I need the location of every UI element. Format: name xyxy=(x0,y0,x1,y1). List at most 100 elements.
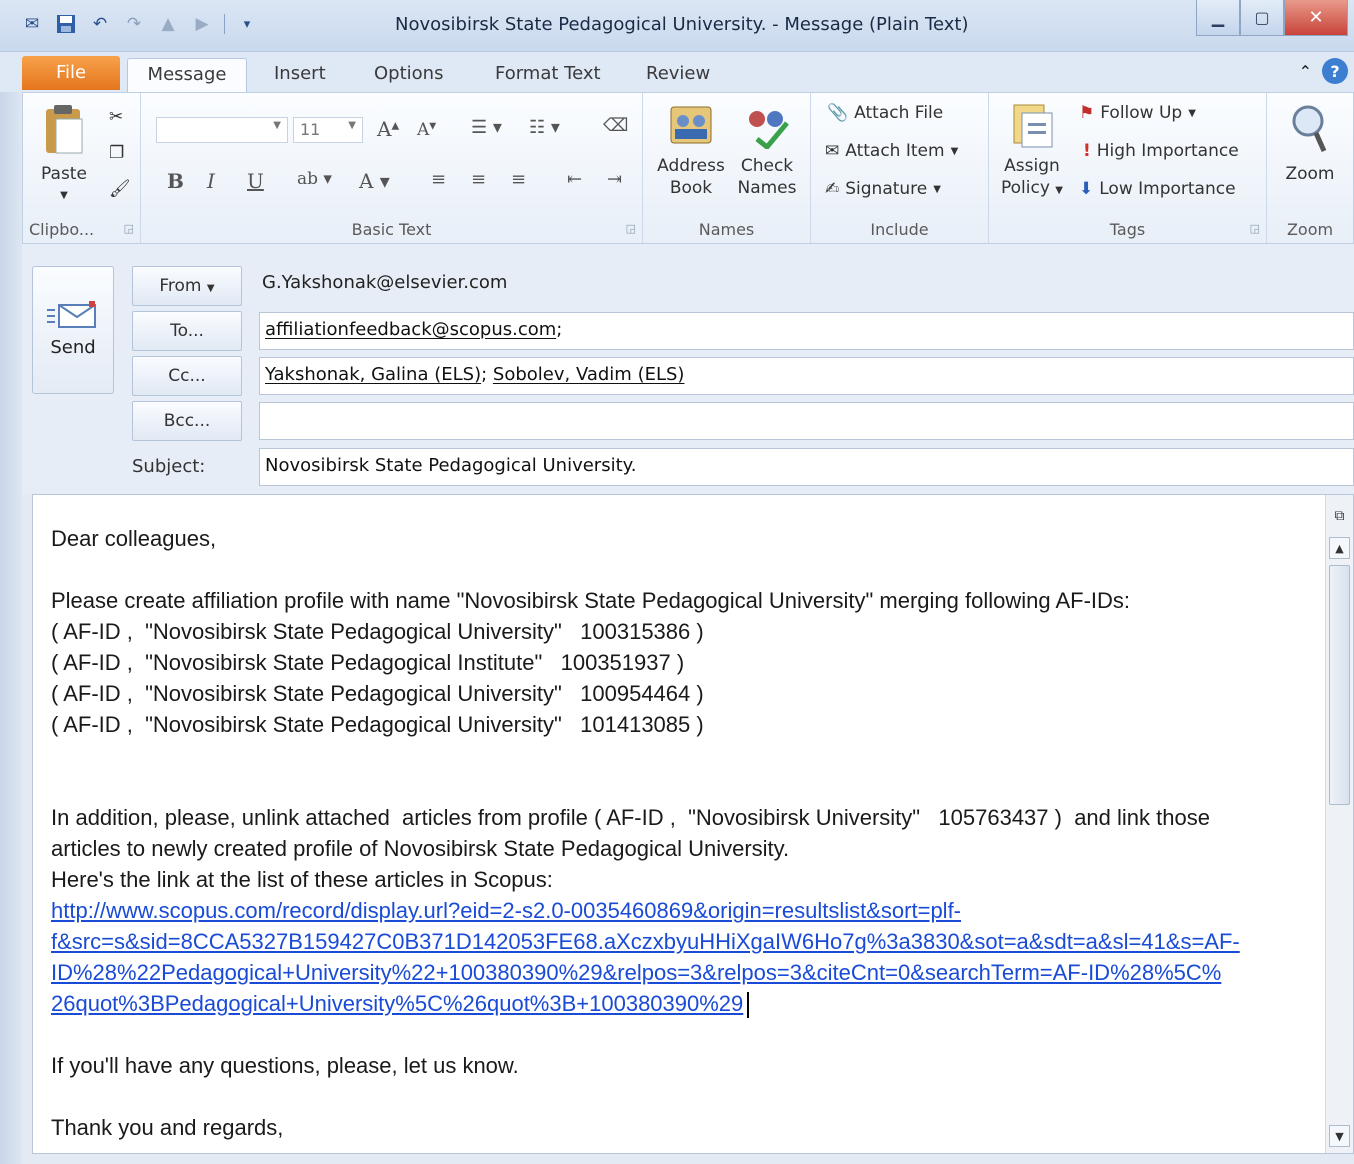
shrink-font-icon[interactable]: A▼ xyxy=(417,120,436,140)
dialog-launcher-icon[interactable]: ◲ xyxy=(1250,222,1260,235)
paste-button[interactable]: Paste ▼ xyxy=(31,103,97,207)
follow-up-button[interactable]: ⚑ Follow Up ▼ xyxy=(1079,103,1196,123)
send-icon xyxy=(47,301,99,331)
attach-file-button[interactable]: 📎 Attach File xyxy=(827,103,943,123)
signature-icon: ✍ xyxy=(825,179,840,199)
quick-access-toolbar: ✉ ↶ ↷ ▲ ▶ ▾ xyxy=(20,12,259,36)
scroll-up-button[interactable]: ▲ xyxy=(1329,537,1350,559)
scroll-thumb[interactable] xyxy=(1329,565,1350,805)
scopus-link[interactable]: 26quot%3BPedagogical+University%5C%26quo… xyxy=(51,991,743,1016)
tab-options[interactable]: Options xyxy=(374,60,443,92)
low-importance-button[interactable]: ⬇ Low Importance xyxy=(1079,179,1236,199)
scroll-down-button[interactable]: ▼ xyxy=(1329,1125,1350,1147)
highlight-icon[interactable]: ab ▾ xyxy=(297,169,332,189)
maximize-button[interactable]: ▢ xyxy=(1240,0,1284,36)
tab-file[interactable]: File xyxy=(22,56,120,90)
grow-font-icon[interactable]: A▲ xyxy=(377,117,399,141)
save-icon[interactable] xyxy=(54,12,78,36)
zoom-button[interactable]: Zoom xyxy=(1277,101,1343,185)
outlook-icon[interactable]: ✉ xyxy=(20,12,44,36)
font-name-combo[interactable]: ▼ xyxy=(156,117,288,143)
bcc-button[interactable]: Bcc... xyxy=(132,401,242,441)
basic-text-group-label: Basic Text xyxy=(351,220,432,239)
send-button[interactable]: Send xyxy=(32,266,114,394)
dialog-launcher-icon[interactable]: ◲ xyxy=(626,222,636,235)
to-button[interactable]: To... xyxy=(132,311,242,351)
check-names-icon xyxy=(749,111,789,151)
message-text[interactable]: Dear colleagues, Please create affiliati… xyxy=(51,523,1311,1143)
scopus-link-line[interactable]: ID%28%22Pedagogical+University%22+100380… xyxy=(51,957,1311,988)
align-left-icon[interactable]: ≡ xyxy=(431,169,446,190)
split-view-icon[interactable]: ⧉ xyxy=(1329,505,1350,527)
assign-policy-button[interactable]: Assign Policy ▼ xyxy=(995,101,1069,202)
paperclip-icon: 📎 xyxy=(827,103,849,123)
redo-icon[interactable]: ↷ xyxy=(122,12,146,36)
decrease-indent-icon[interactable]: ⇤ xyxy=(567,169,582,190)
subject-field[interactable]: Novosibirsk State Pedagogical University… xyxy=(259,448,1354,486)
underline-button[interactable]: U xyxy=(247,169,264,193)
down-arrow-icon[interactable]: ▶ xyxy=(190,12,214,36)
tab-format-text[interactable]: Format Text xyxy=(495,60,601,92)
cc-recipient-1[interactable]: Yakshonak, Galina (ELS) xyxy=(265,364,481,385)
increase-indent-icon[interactable]: ⇥ xyxy=(607,169,622,190)
undo-icon[interactable]: ↶ xyxy=(88,12,112,36)
clear-formatting-icon[interactable]: ⌫ xyxy=(603,115,628,136)
scopus-link-line[interactable]: 26quot%3BPedagogical+University%5C%26quo… xyxy=(51,988,1311,1019)
tab-review[interactable]: Review xyxy=(646,60,710,92)
scopus-link[interactable]: f&src=s&sid=8CCA5327B159427C0B371D142053… xyxy=(51,929,1240,954)
ribbon-controls: ⌃ ? xyxy=(1299,58,1348,84)
close-button[interactable]: ✕ xyxy=(1284,0,1348,36)
cc-field[interactable]: Yakshonak, Galina (ELS); Sobolev, Vadim … xyxy=(259,357,1354,395)
font-color-icon[interactable]: A ▾ xyxy=(359,169,390,193)
bullets-icon[interactable]: ☰ ▾ xyxy=(471,117,502,138)
tab-message[interactable]: Message xyxy=(127,58,247,92)
format-painter-icon[interactable]: 🖌 xyxy=(109,179,131,199)
zoom-label: Zoom xyxy=(1285,164,1335,184)
help-icon[interactable]: ? xyxy=(1322,58,1348,84)
closing-line: Thank you and regards, xyxy=(51,1115,284,1140)
message-header: Send From ▼ G.Yakshonak@elsevier.com To.… xyxy=(22,244,1354,494)
numbering-icon[interactable]: ☷ ▾ xyxy=(529,117,560,138)
tab-insert[interactable]: Insert xyxy=(274,60,326,92)
low-importance-icon: ⬇ xyxy=(1079,179,1094,199)
chevron-down-icon: ▼ xyxy=(348,120,356,131)
dialog-launcher-icon[interactable]: ◲ xyxy=(124,222,134,235)
chevron-down-icon: ▼ xyxy=(933,183,941,195)
bold-button[interactable]: B xyxy=(167,169,184,193)
cut-icon[interactable]: ✂ xyxy=(109,107,123,127)
flag-icon: ⚑ xyxy=(1079,103,1095,123)
af-id-line: ( AF-ID , "Novosibirsk State Pedagogical… xyxy=(51,619,704,644)
to-recipient[interactable]: affiliationfeedback@scopus.com xyxy=(265,319,556,340)
font-size-combo[interactable]: 11 ▼ xyxy=(293,117,363,143)
scopus-link-line[interactable]: http://www.scopus.com/record/display.url… xyxy=(51,895,1311,926)
copy-icon[interactable]: ❐ xyxy=(109,143,124,163)
align-center-icon[interactable]: ≡ xyxy=(471,169,486,190)
scopus-link[interactable]: http://www.scopus.com/record/display.url… xyxy=(51,898,961,923)
customize-toolbar-icon[interactable]: ▾ xyxy=(235,12,259,36)
include-group-label: Include xyxy=(870,220,929,239)
minimize-ribbon-icon[interactable]: ⌃ xyxy=(1299,62,1312,81)
names-group-label: Names xyxy=(698,220,755,239)
high-importance-button[interactable]: ! High Importance xyxy=(1083,141,1239,161)
up-arrow-icon[interactable]: ▲ xyxy=(156,12,180,36)
chevron-down-icon: ▼ xyxy=(273,120,281,131)
attach-item-button[interactable]: ✉ Attach Item ▼ xyxy=(825,141,958,161)
scopus-link-line[interactable]: f&src=s&sid=8CCA5327B159427C0B371D142053… xyxy=(51,926,1311,957)
signature-button[interactable]: ✍ Signature ▼ xyxy=(825,179,941,199)
scopus-link[interactable]: ID%28%22Pedagogical+University%22+100380… xyxy=(51,960,1221,985)
title-bar: ✉ ↶ ↷ ▲ ▶ ▾ Novosibirsk State Pedagogica… xyxy=(0,0,1354,52)
cc-recipient-2[interactable]: Sobolev, Vadim (ELS) xyxy=(493,364,685,385)
to-field[interactable]: affiliationfeedback@scopus.com; xyxy=(259,312,1354,350)
align-right-icon[interactable]: ≡ xyxy=(511,169,526,190)
cc-button[interactable]: Cc... xyxy=(132,356,242,396)
italic-button[interactable]: I xyxy=(207,169,215,193)
minimize-button[interactable]: ▁ xyxy=(1196,0,1240,36)
message-body[interactable]: Dear colleagues, Please create affiliati… xyxy=(32,494,1354,1154)
attach-item-icon: ✉ xyxy=(825,141,840,161)
vertical-scrollbar[interactable]: ⧉ ▲ ▼ xyxy=(1325,495,1353,1153)
bcc-field[interactable] xyxy=(259,402,1354,440)
address-book-button[interactable]: Address Book xyxy=(653,101,729,199)
from-button[interactable]: From ▼ xyxy=(132,266,242,306)
check-names-button[interactable]: Check Names xyxy=(731,101,803,199)
